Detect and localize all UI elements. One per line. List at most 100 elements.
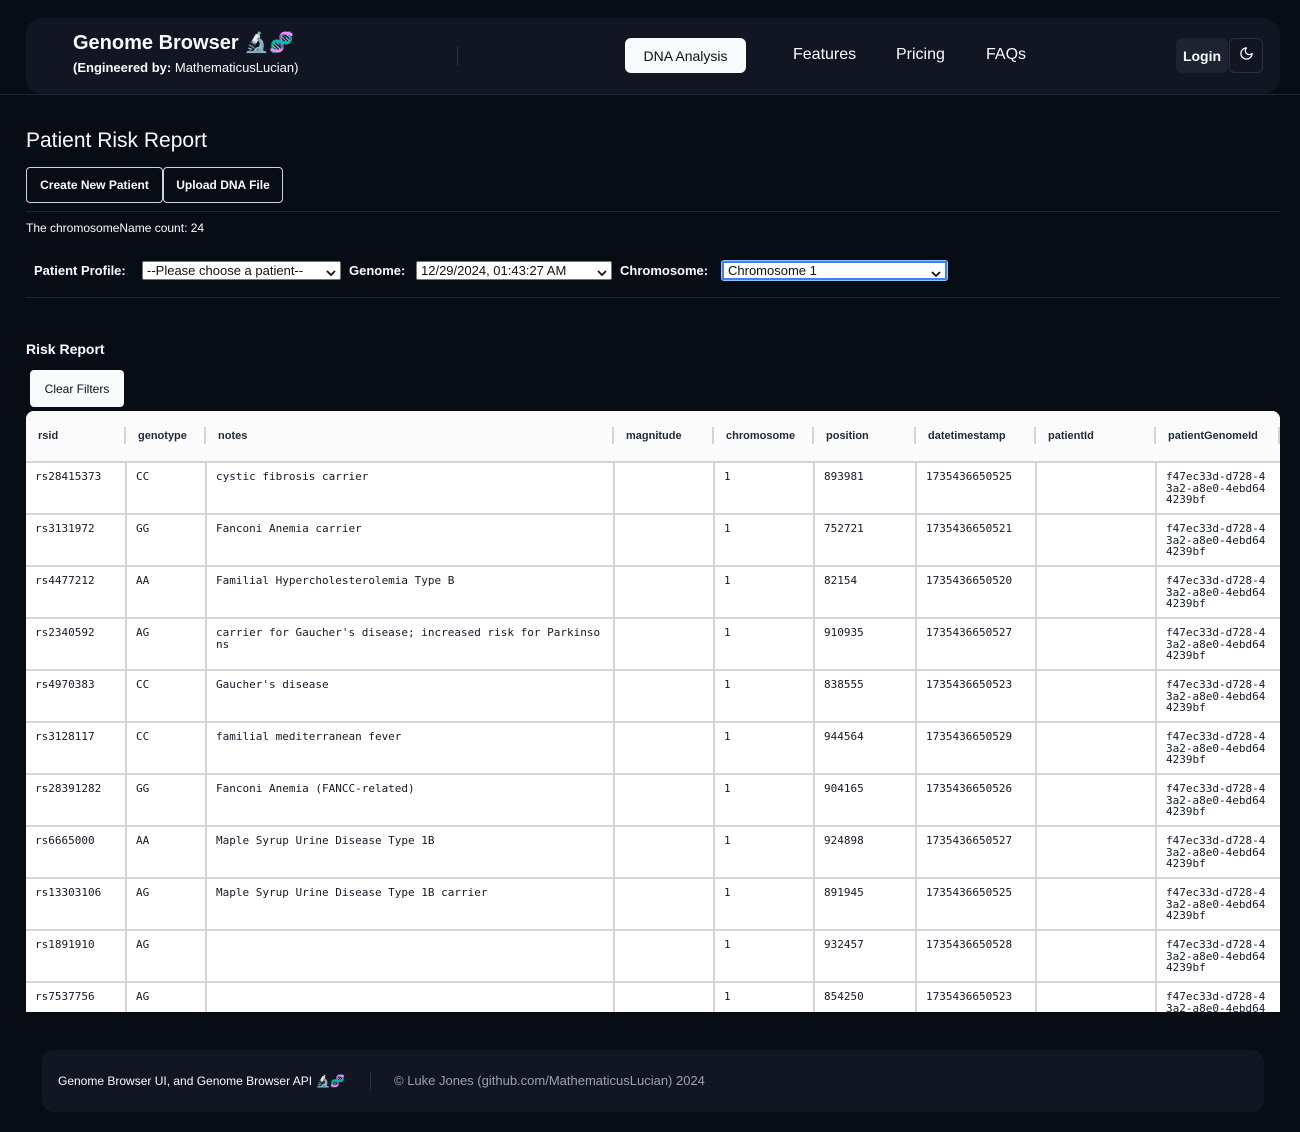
- column-resize-handle[interactable]: [1278, 427, 1280, 444]
- genome-select-value: 12/29/2024, 01:43:27 AM: [421, 263, 567, 278]
- column-header-rsid[interactable]: rsid: [26, 411, 126, 463]
- cell-rsid: rs7537756: [26, 982, 127, 1012]
- column-header-datetimestamp[interactable]: datetimestamp: [916, 411, 1036, 463]
- column-header-magnitude[interactable]: magnitude: [614, 411, 714, 463]
- cell-rsid: rs6665000: [26, 826, 127, 879]
- cell-patientGenomeId: f47ec33d-d728-43a2-a8e0-4ebd644239bf: [1156, 774, 1280, 827]
- cell-patientGenomeId: f47ec33d-d728-43a2-a8e0-4ebd644239bf: [1156, 982, 1280, 1012]
- cell-chromosome: 1: [714, 566, 815, 619]
- cell-genotype: GG: [126, 774, 207, 827]
- patient-select[interactable]: --Please choose a patient--: [142, 261, 341, 280]
- cell-datetimestamp: 1735436650523: [916, 982, 1037, 1012]
- table-row[interactable]: rs1891910 AG 1 932457 1735436650528 f47ec33d-…: [26, 930, 1280, 983]
- cell-patientId: [1036, 878, 1157, 931]
- cell-patientId: [1036, 982, 1157, 1012]
- footer-copyright[interactable]: © Luke Jones (github.com/MathematicusLuc…: [394, 1073, 705, 1088]
- cell-chromosome: 1: [714, 722, 815, 775]
- cell-chromosome: 1: [714, 462, 815, 515]
- table-row[interactable]: rs28391282 GG Fanconi Anemia (FANCC-relate…: [26, 774, 1280, 827]
- clear-filters-button[interactable]: Clear Filters: [30, 370, 124, 407]
- cell-notes: carrier for Gaucher's disease; increased…: [206, 618, 615, 671]
- theme-toggle-button[interactable]: [1229, 38, 1263, 73]
- column-header-notes[interactable]: notes: [206, 411, 614, 463]
- cell-chromosome: 1: [714, 670, 815, 723]
- cell-chromosome: 1: [714, 826, 815, 879]
- cell-rsid: rs3131972: [26, 514, 127, 567]
- cell-magnitude: [614, 462, 715, 515]
- table-row[interactable]: rs7537756 AG 1 854250 1735436650523 f47ec33d-…: [26, 982, 1280, 1012]
- risk-report-table[interactable]: rsid genotype notes magnitude chromosome posi…: [26, 411, 1280, 1012]
- cell-magnitude: [614, 618, 715, 671]
- divider: [26, 297, 1280, 298]
- cell-patientGenomeId: f47ec33d-d728-43a2-a8e0-4ebd644239bf: [1156, 618, 1280, 671]
- table-body: rs28415373 CC cystic fibrosis carrier 1 8939…: [26, 462, 1280, 1012]
- cell-rsid: rs2340592: [26, 618, 127, 671]
- column-header-label: rsid: [38, 430, 59, 442]
- cell-rsid: rs4970383: [26, 670, 127, 723]
- cell-rsid: rs28391282: [26, 774, 127, 827]
- table-row[interactable]: rs4970383 CC Gaucher's disease 1 838555 17354…: [26, 670, 1280, 723]
- navbar: Genome Browser 🔬🧬 (Engineered by: Mathem…: [26, 18, 1280, 94]
- cell-position: 944564: [814, 722, 917, 775]
- chromosome-select[interactable]: Chromosome 1: [721, 260, 948, 282]
- brand-title[interactable]: Genome Browser 🔬🧬: [73, 30, 294, 55]
- table-row[interactable]: rs4477212 AA Familial Hypercholesterolemia…: [26, 566, 1280, 619]
- cell-patientGenomeId: f47ec33d-d728-43a2-a8e0-4ebd644239bf: [1156, 670, 1280, 723]
- cell-patientGenomeId: f47ec33d-d728-43a2-a8e0-4ebd644239bf: [1156, 462, 1280, 515]
- cell-patientId: [1036, 722, 1157, 775]
- cell-genotype: AG: [126, 878, 207, 931]
- genome-select[interactable]: 12/29/2024, 01:43:27 AM: [416, 261, 612, 280]
- column-header-patientId[interactable]: patientId: [1036, 411, 1156, 463]
- cell-datetimestamp: 1735436650527: [916, 618, 1037, 671]
- upload-dna-button[interactable]: Upload DNA File: [163, 167, 283, 203]
- cell-position: 891945: [814, 878, 917, 931]
- nav-dna-analysis[interactable]: DNA Analysis: [625, 38, 746, 73]
- nav-features[interactable]: Features: [793, 46, 856, 64]
- chevron-down-icon: [597, 266, 607, 281]
- cell-patientId: [1036, 514, 1157, 567]
- column-header-genotype[interactable]: genotype: [126, 411, 206, 463]
- create-patient-button[interactable]: Create New Patient: [26, 167, 163, 203]
- table-row[interactable]: rs2340592 AG carrier for Gaucher's disease…: [26, 618, 1280, 671]
- moon-icon: [1239, 46, 1254, 66]
- table-row[interactable]: rs6665000 AA Maple Syrup Urine Disease Typ…: [26, 826, 1280, 879]
- cell-datetimestamp: 1735436650527: [916, 826, 1037, 879]
- chromosome-select-value: Chromosome 1: [728, 263, 817, 278]
- column-header-position[interactable]: position: [814, 411, 916, 463]
- divider: [457, 46, 458, 66]
- column-header-patientGenomeId[interactable]: patientGenomeId: [1156, 411, 1280, 463]
- column-header-chromosome[interactable]: chromosome: [714, 411, 814, 463]
- chevron-down-icon: [931, 267, 941, 282]
- cell-notes: Fanconi Anemia carrier: [206, 514, 615, 567]
- cell-patientId: [1036, 826, 1157, 879]
- cell-notes: Familial Hypercholesterolemia Type B: [206, 566, 615, 619]
- cell-notes: Gaucher's disease: [206, 670, 615, 723]
- cell-patientGenomeId: f47ec33d-d728-43a2-a8e0-4ebd644239bf: [1156, 566, 1280, 619]
- login-button[interactable]: Login: [1176, 38, 1228, 73]
- cell-rsid: rs1891910: [26, 930, 127, 983]
- brand-subtitle: (Engineered by: MathematicusLucian): [73, 60, 298, 75]
- engineer-name: MathematicusLucian): [174, 60, 299, 75]
- nav-faqs[interactable]: FAQs: [986, 46, 1026, 64]
- cell-chromosome: 1: [714, 982, 815, 1012]
- cell-chromosome: 1: [714, 774, 815, 827]
- column-header-label: magnitude: [626, 430, 682, 442]
- engineered-by-label: (Engineered by:: [73, 60, 172, 75]
- cell-genotype: CC: [126, 722, 207, 775]
- cell-magnitude: [614, 826, 715, 879]
- table-row[interactable]: rs3128117 CC familial mediterranean fever 1…: [26, 722, 1280, 775]
- chromosome-label: Chromosome:: [620, 263, 709, 278]
- cell-magnitude: [614, 670, 715, 723]
- cell-notes: Maple Syrup Urine Disease Type 1B carrie…: [206, 878, 615, 931]
- cell-position: 893981: [814, 462, 917, 515]
- footer-app-name: Genome Browser UI, and Genome Browser AP…: [58, 1074, 346, 1088]
- cell-datetimestamp: 1735436650529: [916, 722, 1037, 775]
- table-row[interactable]: rs13303106 AG Maple Syrup Urine Disease Ty…: [26, 878, 1280, 931]
- cell-magnitude: [614, 982, 715, 1012]
- cell-rsid: rs13303106: [26, 878, 127, 931]
- nav-pricing[interactable]: Pricing: [896, 46, 945, 64]
- cell-position: 904165: [814, 774, 917, 827]
- column-header-label: notes: [218, 430, 248, 442]
- table-row[interactable]: rs3131972 GG Fanconi Anemia carrier 1 752721…: [26, 514, 1280, 567]
- table-row[interactable]: rs28415373 CC cystic fibrosis carrier 1 8939…: [26, 462, 1280, 515]
